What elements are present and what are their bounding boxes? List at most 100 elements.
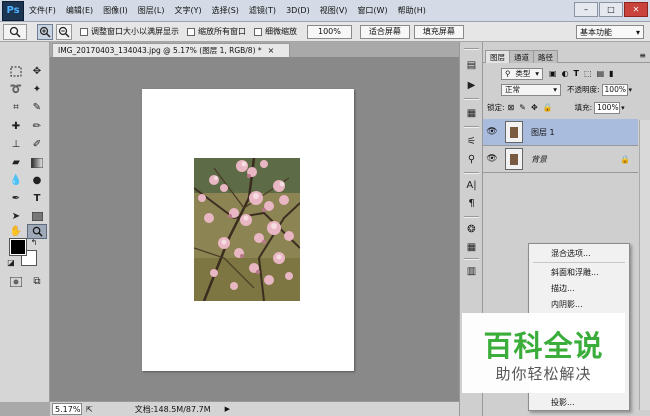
opacity-field[interactable]: 100% xyxy=(601,83,628,96)
chevron-down-icon[interactable]: ▾ xyxy=(629,86,633,94)
chevron-down-icon[interactable]: ▾ xyxy=(621,104,625,112)
clone-source-panel-icon[interactable]: ⚲ xyxy=(463,152,480,167)
default-colors-icon[interactable]: ◪ xyxy=(6,257,16,267)
maximize-button[interactable]: □ xyxy=(599,2,623,17)
resize-windows-checkbox[interactable]: 调整窗口大小以满屏显示 xyxy=(80,26,179,37)
menu-layer[interactable]: 图层(L) xyxy=(133,5,170,16)
toolbox: ✥ ➰ ✦ ⌗ ✎ ✚ ✏ ⊥ ✐ ▰ 💧 ● ✒ T ➤ ✋ ↰ ◪ ⧉ xyxy=(0,42,50,402)
menu-item-inner-shadow[interactable]: 内阴影... xyxy=(529,296,629,312)
history-brush-tool-icon[interactable]: ✐ xyxy=(27,137,47,152)
menu-edit[interactable]: 编辑(E) xyxy=(61,5,98,16)
lasso-tool-icon[interactable]: ➰ xyxy=(6,82,26,97)
filter-adjustment-icon[interactable]: ◐ xyxy=(562,69,569,78)
marquee-tool-icon[interactable] xyxy=(6,64,26,79)
menu-item-blending-options[interactable]: 混合选项... xyxy=(529,245,629,261)
fit-screen-button[interactable]: 适合屏幕 xyxy=(359,24,410,39)
color-panel-icon[interactable]: ❂ xyxy=(463,222,480,237)
path-selection-tool-icon[interactable]: ➤ xyxy=(6,209,26,224)
export-icon[interactable]: ⇱ xyxy=(86,405,93,414)
layer-row-layer1[interactable]: 👁 图层 1 xyxy=(483,119,638,146)
type-tool-icon[interactable]: T xyxy=(27,191,47,206)
menu-type[interactable]: 文字(Y) xyxy=(169,5,206,16)
eraser-tool-icon[interactable]: ▰ xyxy=(6,155,26,170)
close-button[interactable]: ✕ xyxy=(624,2,648,17)
document-canvas[interactable] xyxy=(142,89,354,371)
brush-presets-panel-icon[interactable]: ⚟ xyxy=(463,134,480,149)
eyedropper-tool-icon[interactable]: ✎ xyxy=(27,100,47,115)
visibility-eye-icon[interactable]: 👁 xyxy=(483,154,501,164)
minimize-button[interactable]: – xyxy=(574,2,598,17)
info-panel-icon[interactable]: ▥ xyxy=(463,264,480,279)
menu-file[interactable]: 文件(F) xyxy=(24,5,61,16)
canvas-area[interactable] xyxy=(50,57,459,401)
filter-pixel-icon[interactable]: ▣ xyxy=(549,69,557,78)
menu-select[interactable]: 选择(S) xyxy=(207,5,244,16)
watermark: 百科全说 助你轻松解决 xyxy=(462,313,625,393)
paragraph-panel-icon[interactable]: ¶ xyxy=(463,196,480,211)
zoom-all-windows-checkbox[interactable]: 缩放所有窗口 xyxy=(187,26,246,37)
tab-channels[interactable]: 通道 xyxy=(509,50,534,63)
filter-type-icon[interactable]: T xyxy=(574,69,579,78)
menu-item-drop-shadow[interactable]: 投影... xyxy=(529,394,629,410)
tab-layers[interactable]: 图层 xyxy=(485,50,510,63)
swatches-panel-icon[interactable]: ▦ xyxy=(463,240,480,255)
gradient-tool-icon[interactable] xyxy=(27,155,47,170)
menu-item-stroke[interactable]: 描边... xyxy=(529,280,629,296)
scrubby-zoom-checkbox[interactable]: 细微缩放 xyxy=(254,26,297,37)
layer-filter-select[interactable]: ⚲ 类型 ▾ xyxy=(501,67,543,80)
zoom-level-field[interactable]: 5.17% xyxy=(52,403,82,415)
magic-wand-tool-icon[interactable]: ✦ xyxy=(27,82,47,97)
swap-colors-icon[interactable]: ↰ xyxy=(29,237,39,247)
lock-all-icon[interactable]: 🔒 xyxy=(543,103,553,112)
adjustments-panel-icon[interactable]: ▦ xyxy=(463,106,480,121)
document-tab-title: IMG_20170403_134043.jpg @ 5.17% (图层 1, R… xyxy=(58,46,262,55)
filter-toggle-icon[interactable]: ▮ xyxy=(609,69,613,78)
menu-item-bevel-emboss[interactable]: 斜面和浮雕... xyxy=(529,264,629,280)
dodge-tool-icon[interactable]: ● xyxy=(27,173,47,188)
visibility-eye-icon[interactable]: 👁 xyxy=(483,127,501,137)
lock-position-icon[interactable]: ✥ xyxy=(531,103,538,112)
character-panel-icon[interactable]: A| xyxy=(463,178,480,193)
shape-tool-icon[interactable] xyxy=(27,209,47,224)
lock-transparent-icon[interactable]: ⊠ xyxy=(508,103,515,112)
blend-mode-select[interactable]: 正常 ▾ xyxy=(501,83,561,96)
menu-filter[interactable]: 滤镜(T) xyxy=(244,5,281,16)
layer-row-background[interactable]: 👁 背景 🔒 xyxy=(483,146,638,173)
fill-field[interactable]: 100% xyxy=(594,101,621,114)
menu-image[interactable]: 图像(I) xyxy=(98,5,133,16)
move-tool-icon[interactable]: ✥ xyxy=(27,64,47,79)
healing-brush-tool-icon[interactable]: ✚ xyxy=(6,119,26,134)
layers-scrollbar[interactable] xyxy=(639,120,650,410)
close-tab-icon[interactable]: × xyxy=(268,46,275,55)
quick-mask-icon[interactable] xyxy=(6,274,26,289)
zoom-out-icon[interactable] xyxy=(56,23,72,40)
menu-window[interactable]: 窗口(W) xyxy=(352,5,392,16)
pen-tool-icon[interactable]: ✒ xyxy=(6,191,26,206)
filter-smart-object-icon[interactable]: ▤ xyxy=(597,69,605,78)
screen-mode-icon[interactable]: ⧉ xyxy=(27,274,47,289)
document-tab[interactable]: IMG_20170403_134043.jpg @ 5.17% (图层 1, R… xyxy=(52,43,290,57)
history-panel-icon[interactable]: ▤ xyxy=(463,58,480,73)
hand-tool-icon[interactable]: ✋ xyxy=(6,224,26,239)
document-info: 文档:148.5M/87.7M xyxy=(134,404,211,414)
zoom-icon[interactable] xyxy=(3,23,27,40)
menu-3d[interactable]: 3D(D) xyxy=(281,6,315,15)
tab-paths[interactable]: 路径 xyxy=(533,50,558,63)
zoom-in-icon[interactable] xyxy=(37,23,53,40)
menu-view[interactable]: 视图(V) xyxy=(315,5,353,16)
blur-tool-icon[interactable]: 💧 xyxy=(6,173,26,188)
clone-stamp-tool-icon[interactable]: ⊥ xyxy=(6,137,26,152)
menu-help[interactable]: 帮助(H) xyxy=(393,5,431,16)
fill-screen-button[interactable]: 填充屏幕 xyxy=(413,24,464,39)
actions-panel-icon[interactable]: ▶ xyxy=(463,78,480,93)
panel-menu-icon[interactable]: ≡ xyxy=(639,51,646,60)
crop-tool-icon[interactable]: ⌗ xyxy=(6,100,26,115)
brush-tool-icon[interactable]: ✏ xyxy=(27,119,47,134)
workspace-select[interactable]: 基本功能 ▾ xyxy=(576,25,644,39)
status-arrow-icon[interactable]: ▶ xyxy=(225,405,230,413)
lock-pixels-icon[interactable]: ✎ xyxy=(519,103,526,112)
actual-pixels-button[interactable]: 100% xyxy=(307,24,352,39)
foreground-color-swatch[interactable] xyxy=(9,238,27,256)
filter-shape-icon[interactable]: ⬚ xyxy=(584,69,592,78)
lock-label: 锁定: xyxy=(487,103,505,112)
